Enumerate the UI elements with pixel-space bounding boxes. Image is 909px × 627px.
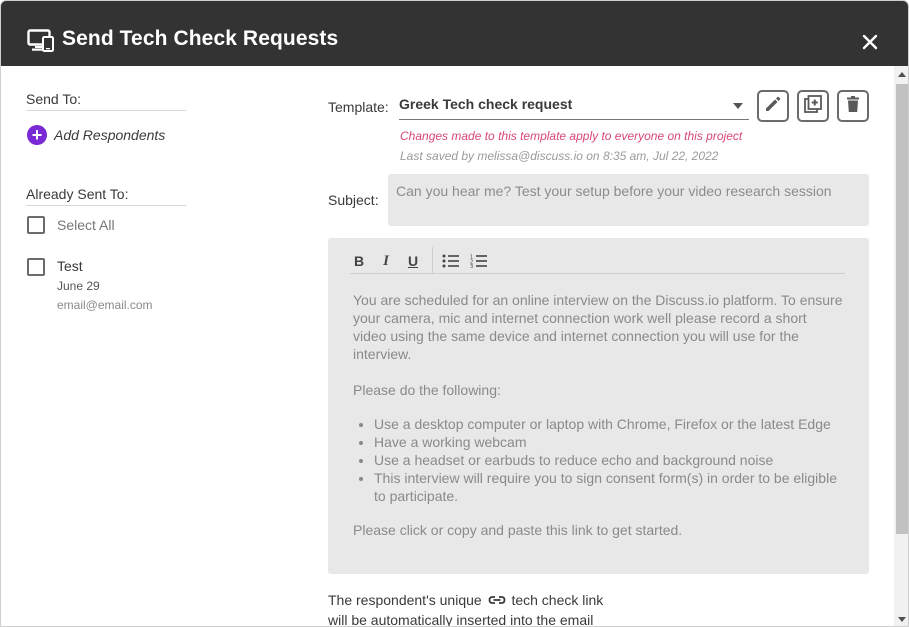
delete-template-button[interactable] [837,90,869,122]
modal-content: Send To: + Add Respondents Already Sent … [1,66,894,627]
footer-text-after: tech check link [511,592,604,608]
duplicate-icon [803,94,823,119]
recipient-date: June 29 [57,279,100,293]
email-body-text: You are scheduled for an online intervie… [353,291,843,539]
trash-icon [843,94,863,119]
modal-title: Send Tech Check Requests [62,27,339,50]
toolbar-divider [432,247,433,274]
chevron-down-icon [733,103,743,109]
recipient-checkbox[interactable] [27,258,45,276]
select-all-checkbox[interactable] [27,216,45,234]
tech-check-modal: Send Tech Check Requests Send To: + Add … [0,0,909,627]
already-sent-label: Already Sent To: [26,186,186,206]
italic-button[interactable]: I [379,252,393,270]
monitor-check-icon [27,29,54,53]
numbered-list-icon[interactable]: 1 2 3 [470,252,488,270]
editor-toolbar: B I U 1 2 3 [350,247,845,274]
body-bullet-list: Use a desktop computer or laptop with Ch… [374,415,843,505]
scrollbar-thumb[interactable] [896,84,908,534]
subject-label: Subject: [328,192,379,208]
recipient-email: email@email.com [57,298,153,312]
duplicate-template-button[interactable] [797,90,829,122]
link-info-text: The respondent's unique tech check link … [328,591,648,627]
add-respondents-label: Add Respondents [54,127,166,143]
body-paragraph: You are scheduled for an online intervie… [353,292,843,362]
close-icon[interactable] [856,28,884,56]
recipient-name: Test [57,258,83,274]
send-to-label: Send To: [26,91,186,111]
scroll-up-icon[interactable] [898,72,906,77]
svg-text:3: 3 [470,264,473,268]
list-item: Use a headset or earbuds to reduce echo … [374,451,843,469]
email-body-editor[interactable]: B I U 1 2 3 You are scheduled for an onl… [328,238,869,574]
vertical-scrollbar[interactable] [894,66,908,626]
modal-header: Send Tech Check Requests [1,1,908,66]
last-saved-text: Last saved by melissa@discuss.io on 8:35… [400,149,719,163]
footer-text-before: The respondent's unique [328,592,482,608]
template-warning: Changes made to this template apply to e… [400,129,743,143]
template-select[interactable]: Greek Tech check request [399,92,749,120]
link-icon [488,592,506,611]
bold-button[interactable]: B [352,252,366,270]
list-item: Use a desktop computer or laptop with Ch… [374,415,843,433]
underline-button[interactable]: U [406,252,420,270]
scroll-down-icon[interactable] [898,617,906,622]
add-respondents-button[interactable]: + Add Respondents [27,125,165,145]
body-paragraph: Please do the following: [353,382,501,398]
plus-circle-icon: + [27,125,47,145]
subject-input[interactable]: Can you hear me? Test your setup before … [388,174,869,226]
list-item: Have a working webcam [374,433,843,451]
pencil-icon [763,94,783,119]
list-item: This interview will require you to sign … [374,469,843,505]
edit-template-button[interactable] [757,90,789,122]
body-paragraph: Please click or copy and paste this link… [353,522,683,538]
bulleted-list-icon[interactable] [442,252,460,270]
template-label: Template: [328,99,389,115]
footer-text-line2: will be automatically inserted into the … [328,611,594,627]
template-selected-value: Greek Tech check request [399,96,573,112]
select-all-label: Select All [57,217,115,233]
